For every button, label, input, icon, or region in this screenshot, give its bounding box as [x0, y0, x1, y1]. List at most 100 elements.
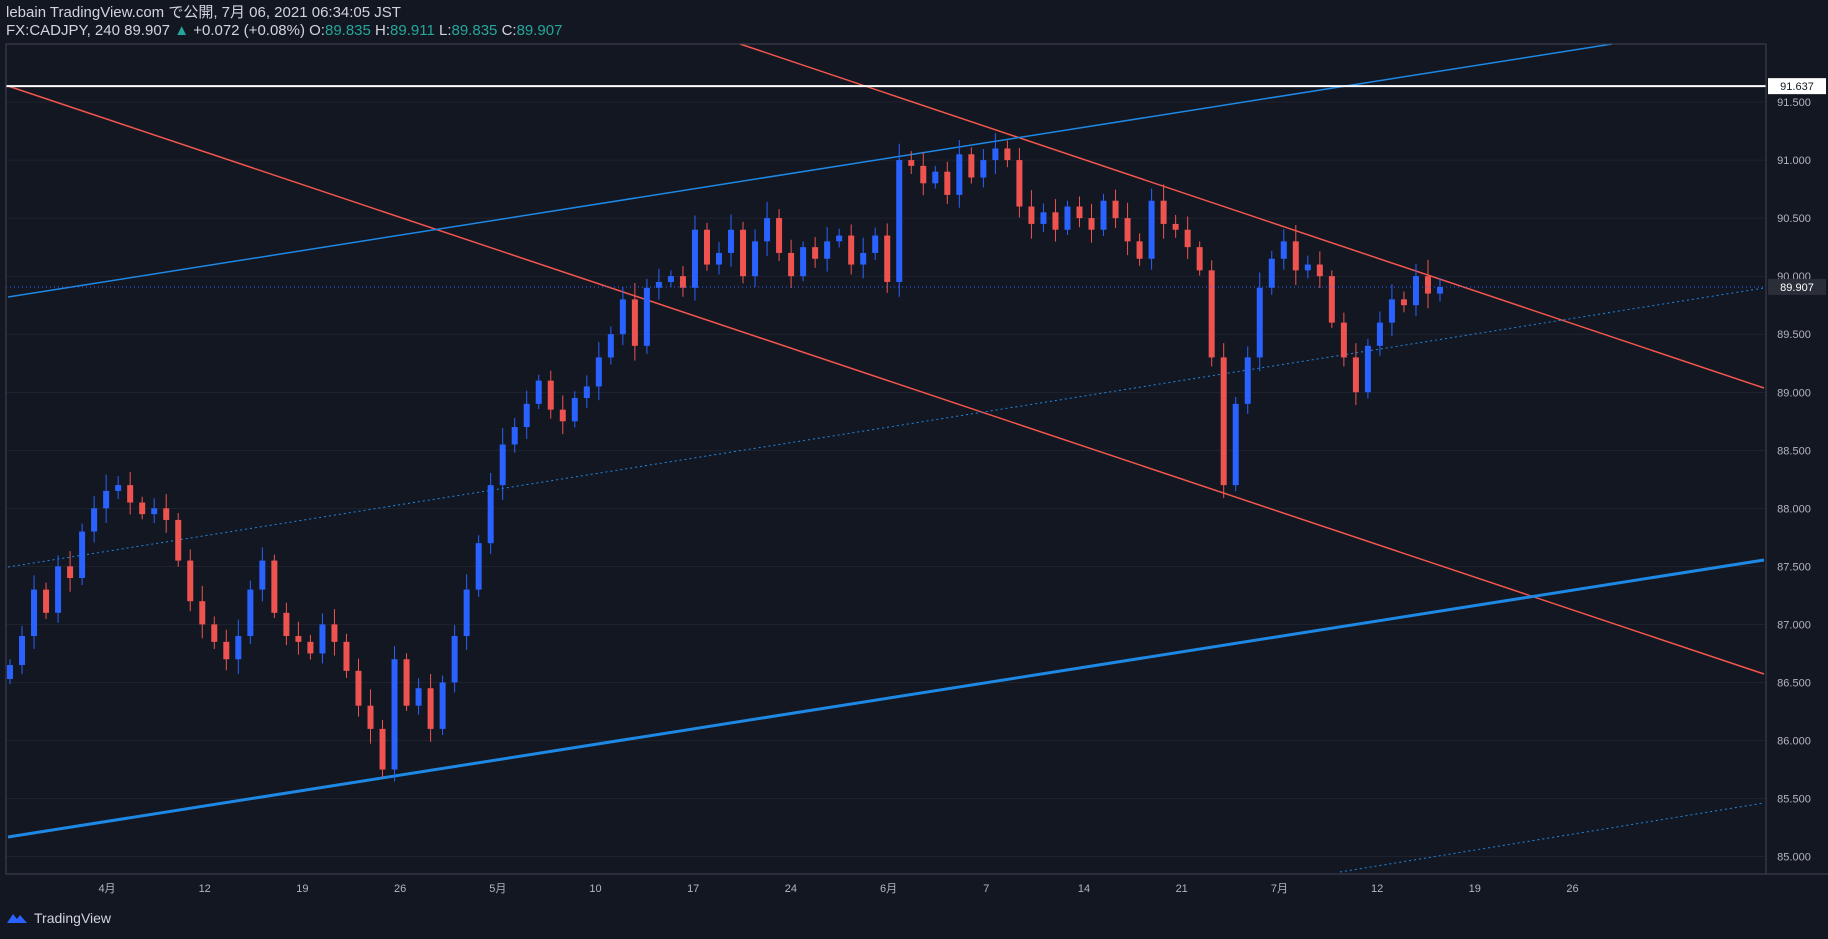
candle-body: [1376, 322, 1383, 346]
candle-body: [740, 229, 747, 277]
candle-body: [932, 171, 939, 184]
candle-body: [752, 241, 759, 277]
candle-body: [1076, 206, 1083, 219]
candle-body: [1232, 403, 1239, 486]
candle-body: [1352, 357, 1359, 393]
candle-body: [607, 334, 614, 358]
candle-body: [1172, 223, 1179, 230]
svg-text:91.637: 91.637: [1780, 81, 1814, 93]
candle-body: [1328, 276, 1335, 323]
y-tick-label: 86.500: [1777, 677, 1811, 689]
candle-body: [920, 165, 927, 184]
candle-body: [1208, 270, 1215, 358]
candle-body: [67, 566, 74, 578]
candle-body: [824, 241, 831, 259]
candle-body: [848, 235, 855, 265]
candle-body: [1028, 206, 1035, 224]
candle-body: [487, 485, 494, 544]
candle-body: [559, 409, 566, 422]
candle-body: [595, 357, 602, 387]
x-tick-label: 12: [199, 883, 211, 895]
candle-body: [1280, 241, 1287, 259]
candle-body: [571, 398, 578, 422]
candle-body: [1268, 258, 1275, 288]
candle-body: [1316, 264, 1323, 277]
x-tick-label: 26: [394, 883, 406, 895]
x-tick-label: 10: [589, 883, 601, 895]
candle-body: [1292, 241, 1299, 271]
tradingview-logo-icon: [7, 914, 27, 923]
candle-body: [271, 560, 278, 613]
red-trendline-upper: [739, 43, 1765, 389]
y-tick-label: 87.000: [1777, 619, 1811, 631]
candle-body: [812, 247, 819, 259]
candle-body: [776, 218, 783, 253]
candle-body: [463, 589, 470, 637]
candle-body: [127, 485, 134, 503]
x-tick-label: 7: [983, 883, 989, 895]
blue-channel-lower-dotted: [1339, 802, 1765, 873]
candle-body: [1004, 148, 1011, 161]
candle-body: [403, 659, 410, 706]
price-axis-bg: [1766, 44, 1828, 874]
candle-body: [1112, 200, 1119, 219]
candle-body: [331, 624, 338, 642]
candle-body: [872, 235, 879, 253]
trendlines[interactable]: [7, 43, 1765, 873]
price-chart[interactable]: 91.50091.00090.50090.00089.50089.00088.5…: [0, 0, 1828, 939]
candle-body: [31, 589, 38, 637]
candle-body: [187, 560, 194, 602]
y-tick-label: 91.000: [1777, 155, 1811, 167]
candle-body: [547, 380, 554, 410]
x-tick-label: 14: [1078, 883, 1090, 895]
y-tick-label: 89.000: [1777, 387, 1811, 399]
candle-body: [1136, 241, 1143, 259]
candle-body: [956, 154, 963, 195]
candle-body: [163, 508, 170, 520]
candle-body: [583, 386, 590, 399]
candle-body: [139, 502, 146, 515]
candle-body: [1160, 200, 1167, 224]
candle-body: [283, 612, 290, 637]
y-tick-label: 88.500: [1777, 445, 1811, 457]
candle-body: [367, 705, 374, 729]
y-tick-label: 89.500: [1777, 329, 1811, 341]
candle-body: [728, 229, 735, 253]
candle-body: [475, 543, 482, 590]
candle-body: [788, 252, 795, 277]
candle-body: [199, 601, 206, 625]
candle-body: [1016, 160, 1023, 207]
candle-body: [415, 688, 422, 706]
x-tick-label: 4月: [98, 883, 115, 895]
y-tick-label: 88.000: [1777, 503, 1811, 515]
candle-body: [43, 589, 50, 613]
footer: TradingView: [6, 910, 111, 926]
candle-body: [55, 566, 62, 613]
candle-body: [1364, 345, 1371, 393]
candle-body: [535, 380, 542, 404]
candle-body: [1304, 264, 1311, 271]
last-price-tag: 89.907: [1768, 278, 1826, 295]
candle-body: [1400, 299, 1407, 306]
svg-text:89.907: 89.907: [1780, 282, 1814, 294]
candle-body: [115, 485, 122, 491]
candle-body: [703, 229, 710, 265]
candle-body: [1340, 322, 1347, 358]
candle-body: [1437, 286, 1443, 294]
candle-body: [247, 589, 254, 637]
candle-body: [391, 659, 398, 770]
y-tick-label: 85.500: [1777, 794, 1811, 806]
candle-body: [175, 519, 182, 561]
time-axis[interactable]: 4月 12 19 26 5月 10 17 24 6月 7 14 21 7月 12 19 26: [98, 883, 1578, 895]
candle-body: [499, 444, 506, 486]
candle-body: [1088, 218, 1095, 230]
x-tick-label: 7月: [1271, 883, 1288, 895]
y-tick-label: 91.500: [1777, 97, 1811, 109]
candle-body: [1256, 287, 1263, 358]
candle-body: [451, 636, 458, 683]
candle-body: [511, 427, 518, 445]
candles: [7, 133, 1443, 782]
candle-body: [896, 160, 903, 282]
candle-body: [619, 299, 626, 335]
candle-body: [1196, 247, 1203, 271]
